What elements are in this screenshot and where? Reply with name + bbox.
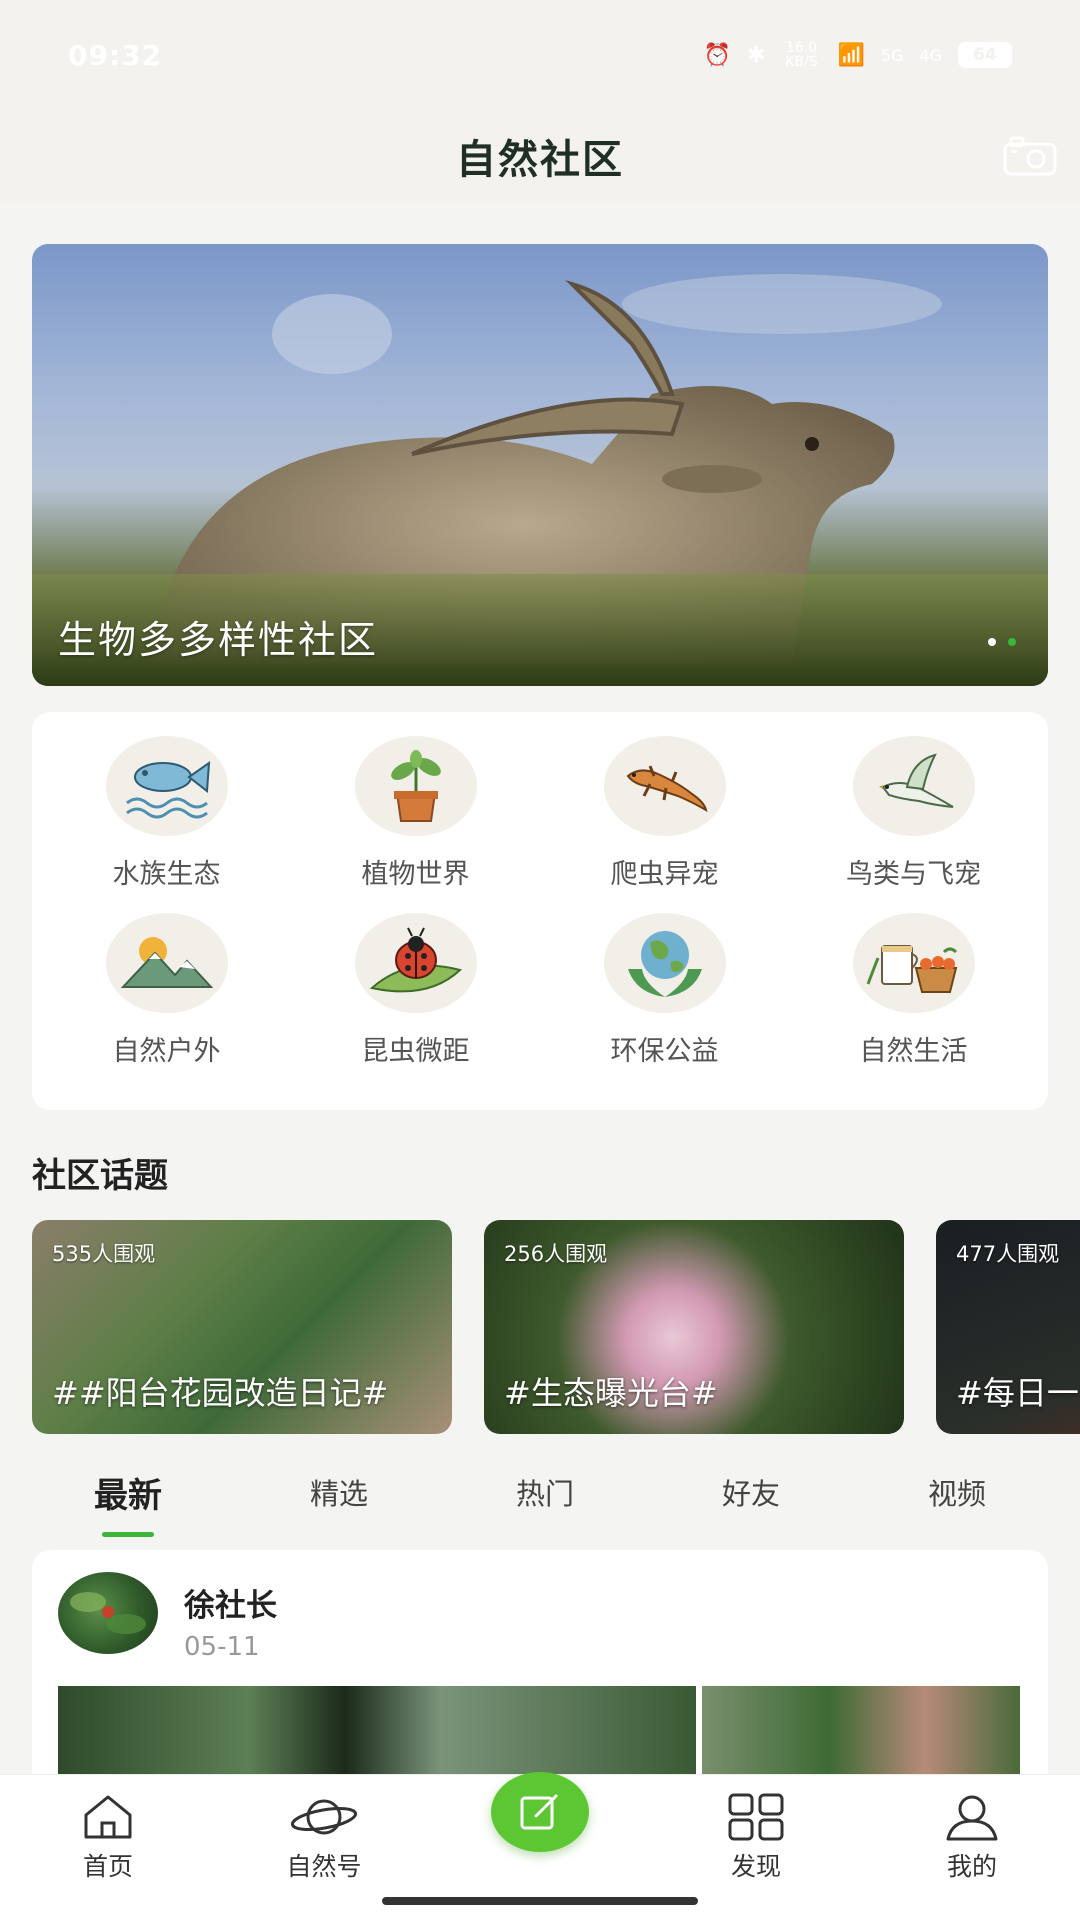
tab-label: 最新 <box>93 1475 162 1516</box>
category-aquatic[interactable]: 水族生态 <box>42 736 291 913</box>
nav-nature-account[interactable]: 自然号 <box>264 1793 384 1883</box>
topic-carousel[interactable]: 535人围观 ##阳台花园改造日记# 256人围观 #生态曝光台# 477人围观… <box>32 1220 1080 1434</box>
camera-button[interactable] <box>1002 128 1058 184</box>
status-icons: ⏰ ✱ 16.0 KB/S 📶 5G 4G 64 <box>704 41 1012 69</box>
feed-tabs: 最新 精选 热门 好友 视频 <box>0 1452 1080 1537</box>
alarm-icon: ⏰ <box>703 42 731 68</box>
nav-label: 首页 <box>82 1852 133 1881</box>
tab-hot[interactable]: 热门 <box>516 1465 574 1519</box>
topic-views: 256人围观 <box>504 1242 608 1266</box>
tab-video[interactable]: 视频 <box>928 1465 986 1519</box>
category-label: 环保公益 <box>610 1036 719 1067</box>
create-post-button[interactable] <box>491 1772 589 1852</box>
tab-friends[interactable]: 好友 <box>722 1465 780 1519</box>
nav-discover[interactable]: 发现 <box>696 1793 816 1883</box>
community-topics-title: 社区话题 <box>32 1156 168 1196</box>
user-icon <box>946 1795 998 1841</box>
app-screen: 09:32 ⏰ ✱ 16.0 KB/S 📶 5G 4G 64 自然社区 生物多多… <box>0 0 1080 1920</box>
category-environment[interactable]: 环保公益 <box>540 913 789 1090</box>
status-time: 09:32 <box>68 38 163 72</box>
banner-dot-active <box>1008 638 1016 646</box>
category-nature-life[interactable]: 自然生活 <box>789 913 1038 1090</box>
topic-title: #生态曝光台# <box>504 1374 718 1412</box>
category-birds[interactable]: 鸟类与飞宠 <box>789 736 1038 913</box>
category-label: 自然户外 <box>112 1036 221 1067</box>
category-label: 植物世界 <box>361 859 470 890</box>
battery-level: 64 <box>973 45 997 65</box>
category-label: 昆虫微距 <box>361 1036 470 1067</box>
topic-card[interactable]: 535人围观 ##阳台花园改造日记# <box>32 1220 452 1434</box>
fish-icon <box>105 736 228 836</box>
potted-plant-icon <box>354 736 477 836</box>
topic-views: 477人围观 <box>956 1242 1060 1266</box>
category-grid: 水族生态 植物世界 爬虫异宠 鸟类与飞宠 自然户外 昆虫微距 环保公益 自然生活 <box>32 712 1048 1110</box>
category-reptiles[interactable]: 爬虫异宠 <box>540 736 789 913</box>
nav-mine[interactable]: 我的 <box>912 1793 1032 1883</box>
banner-pagination <box>988 638 1016 646</box>
tab-featured[interactable]: 精选 <box>310 1465 368 1519</box>
wifi-icon: 📶 <box>837 42 865 68</box>
nav-home[interactable]: 首页 <box>48 1793 168 1883</box>
topic-card[interactable]: 477人围观 #每日一 <box>936 1220 1080 1434</box>
bird-icon <box>852 736 975 836</box>
post-date: 05-11 <box>184 1632 260 1662</box>
category-label: 水族生态 <box>112 859 221 890</box>
category-insects[interactable]: 昆虫微距 <box>291 913 540 1090</box>
avatar[interactable] <box>58 1572 158 1654</box>
home-indicator[interactable] <box>382 1897 698 1905</box>
signal-4g: 4G <box>919 45 942 65</box>
status-bar: 09:32 ⏰ ✱ 16.0 KB/S 📶 5G 4G 64 <box>0 0 1080 110</box>
hero-banner[interactable]: 生物多多样性社区 <box>32 244 1048 686</box>
nav-label: 自然号 <box>286 1852 362 1881</box>
category-label: 自然生活 <box>859 1036 968 1067</box>
category-label: 鸟类与飞宠 <box>846 859 981 890</box>
planet-icon <box>290 1799 358 1835</box>
bluetooth-icon: ✱ <box>747 42 766 68</box>
post-author[interactable]: 徐社长 <box>184 1580 277 1625</box>
category-outdoor[interactable]: 自然户外 <box>42 913 291 1090</box>
topic-card[interactable]: 256人围观 #生态曝光台# <box>484 1220 904 1434</box>
ladybug-icon <box>354 913 477 1013</box>
nav-label: 我的 <box>946 1852 997 1881</box>
home-icon <box>84 1795 132 1839</box>
camera-icon <box>1003 136 1057 176</box>
earth-hands-icon <box>603 913 726 1013</box>
signal-5g: 5G <box>880 45 904 65</box>
edit-icon <box>520 1794 558 1830</box>
topic-title: ##阳台花园改造日记# <box>52 1374 389 1412</box>
page-title: 自然社区 <box>456 136 624 183</box>
network-speed: 16.0 KB/S <box>785 40 818 70</box>
tab-active-indicator <box>101 1531 154 1537</box>
category-plants[interactable]: 植物世界 <box>291 736 540 913</box>
banner-dot <box>988 638 996 646</box>
tea-basket-icon <box>852 913 975 1013</box>
tab-latest[interactable]: 最新 <box>93 1462 162 1537</box>
topic-title: #每日一 <box>956 1374 1079 1412</box>
battery-icon: 64 <box>958 42 1012 68</box>
nav-label: 发现 <box>730 1852 781 1881</box>
header: 自然社区 <box>0 110 1080 202</box>
category-label: 爬虫异宠 <box>610 859 719 890</box>
banner-title: 生物多多样性社区 <box>58 618 379 662</box>
topic-views: 535人围观 <box>52 1242 156 1266</box>
grid-icon <box>728 1793 784 1841</box>
mountain-icon <box>105 913 228 1013</box>
lizard-icon <box>603 736 726 836</box>
